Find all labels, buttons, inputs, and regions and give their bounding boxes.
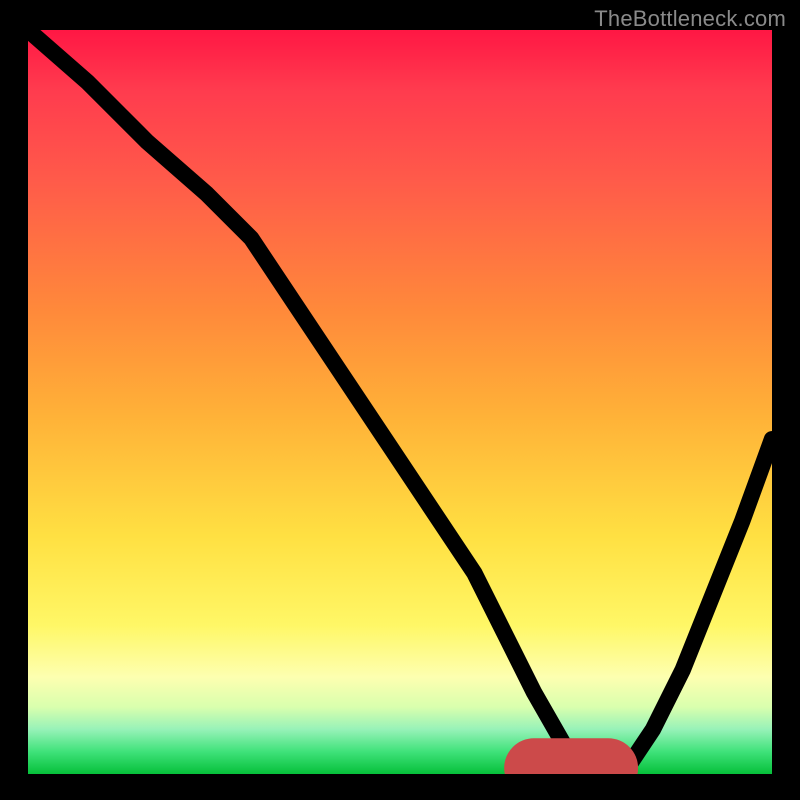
watermark-text: TheBottleneck.com [594, 6, 786, 32]
plot-overlay [28, 30, 772, 774]
chart-canvas: TheBottleneck.com [0, 0, 800, 800]
bottleneck-curve [28, 30, 772, 774]
plot-frame [28, 30, 772, 774]
